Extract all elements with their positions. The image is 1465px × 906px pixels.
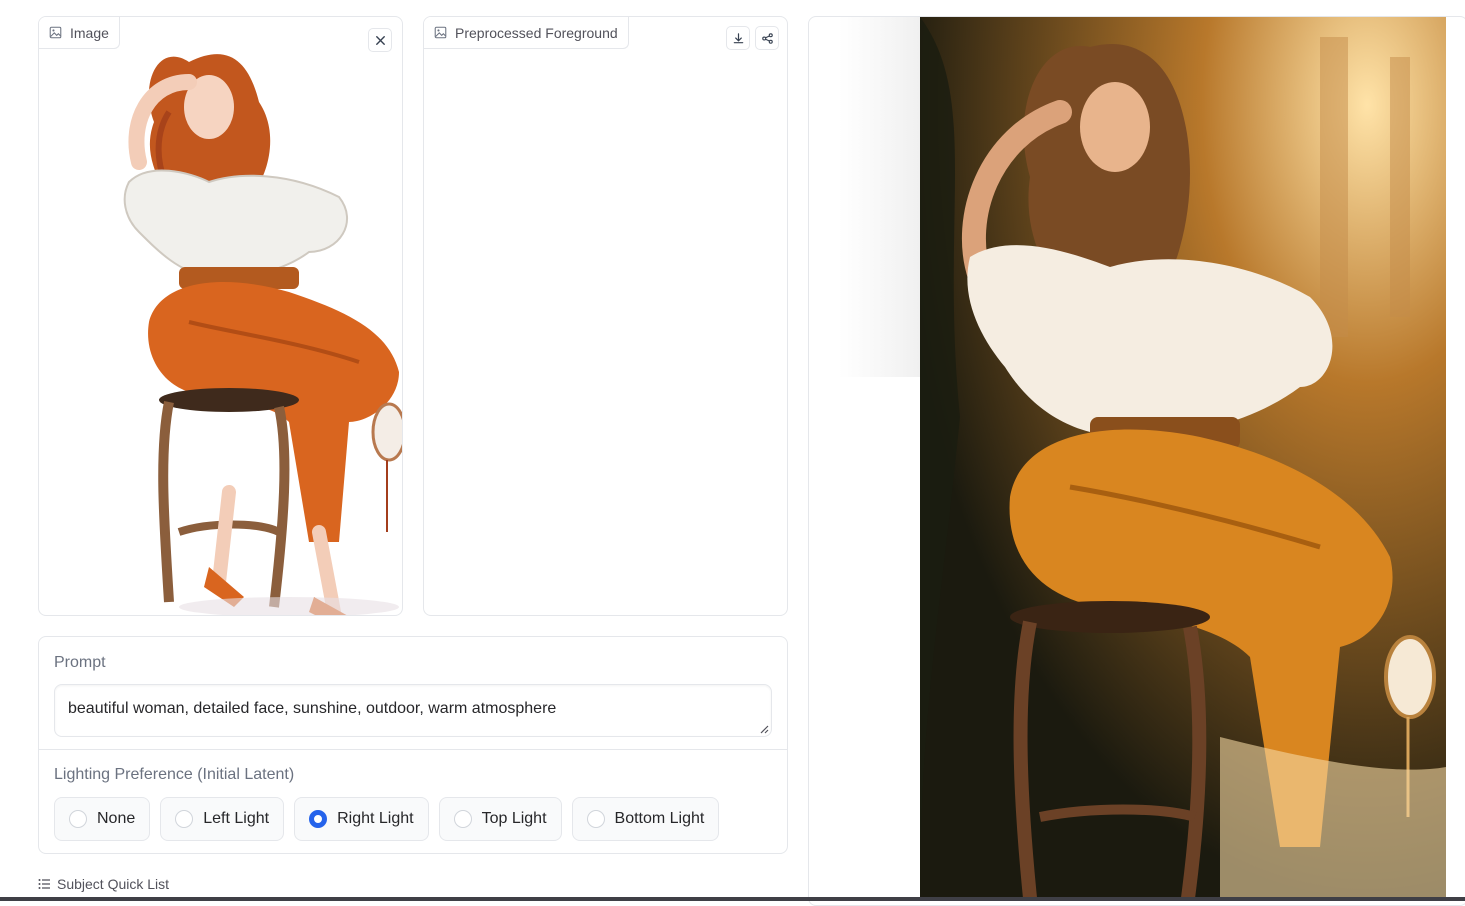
image-icon <box>49 26 62 39</box>
panel-label-text: Preprocessed Foreground <box>455 24 618 41</box>
radio-none[interactable]: None <box>54 797 151 841</box>
shadow <box>839 17 921 377</box>
radio-indicator <box>69 810 87 828</box>
relit-output-image <box>920 17 1446 898</box>
radio-label: None <box>97 810 136 827</box>
output-gallery[interactable] <box>808 16 1465 906</box>
radio-label: Left Light <box>203 810 270 827</box>
preprocessed-foreground-panel: Preprocessed Foreground <box>423 16 788 616</box>
download-button[interactable] <box>726 26 750 50</box>
list-icon <box>38 879 50 889</box>
close-icon <box>375 35 385 45</box>
prompt-label: Prompt <box>54 654 106 671</box>
share-icon <box>761 32 773 44</box>
radio-right-light[interactable]: Right Light <box>294 797 429 841</box>
radio-bottom-light[interactable]: Bottom Light <box>571 797 720 841</box>
radio-indicator <box>175 810 194 828</box>
input-image <box>123 54 402 615</box>
clear-image-button[interactable] <box>368 28 392 52</box>
settings-form: Prompt beautiful woman, detailed face, s… <box>38 636 788 854</box>
radio-indicator <box>586 810 605 828</box>
input-image-panel[interactable]: Image <box>38 16 403 616</box>
bottom-bar <box>0 897 1465 901</box>
panel-label-text: Image <box>70 24 109 41</box>
download-icon <box>733 32 743 43</box>
radio-indicator <box>309 810 328 828</box>
subject-quick-list[interactable]: Subject Quick List <box>38 876 169 892</box>
image-icon <box>434 26 447 39</box>
radio-indicator <box>453 810 472 828</box>
prompt-text: beautiful woman, detailed face, sunshine… <box>68 700 557 717</box>
radio-left-light[interactable]: Left Light <box>160 797 285 841</box>
panel-label: Preprocessed Foreground <box>424 17 629 49</box>
quick-list-label: Subject Quick List <box>57 876 170 892</box>
radio-top-light[interactable]: Top Light <box>438 797 562 841</box>
radio-label: Bottom Light <box>614 810 705 827</box>
radio-label: Top Light <box>481 810 547 827</box>
resize-grip-icon[interactable] <box>759 724 769 734</box>
radio-label: Right Light <box>337 810 414 827</box>
share-button[interactable] <box>755 26 779 50</box>
divider <box>39 749 787 750</box>
prompt-input[interactable]: beautiful woman, detailed face, sunshine… <box>54 684 772 737</box>
panel-label: Image <box>39 17 120 49</box>
lighting-label: Lighting Preference (Initial Latent) <box>54 766 295 783</box>
lighting-radio-group: None Left Light Right Light Top Light Bo… <box>54 797 720 841</box>
